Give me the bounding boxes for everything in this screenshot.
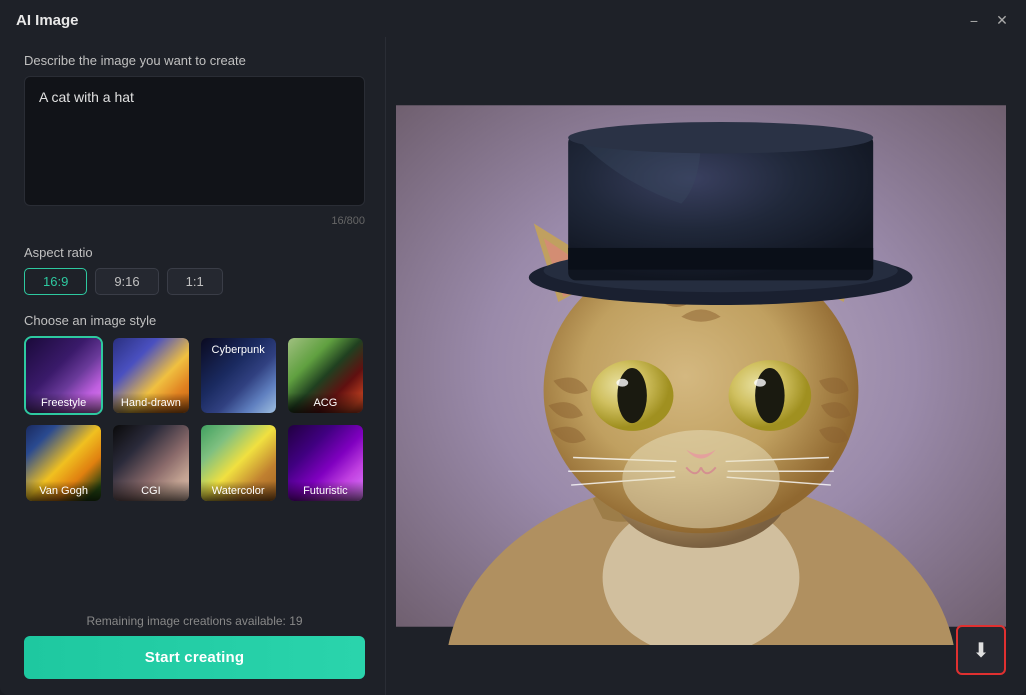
- aspect-ratio-section: Aspect ratio 16:9 9:16 1:1: [24, 245, 365, 295]
- style-cgi[interactable]: CGI: [111, 423, 190, 502]
- prompt-textarea[interactable]: A cat with a hat: [24, 76, 365, 206]
- style-watercolor[interactable]: Watercolor: [199, 423, 278, 502]
- aspect-btn-916[interactable]: 9:16: [95, 268, 158, 295]
- bottom-panel: Remaining image creations available: 19 …: [24, 614, 365, 679]
- aspect-btn-169[interactable]: 16:9: [24, 268, 87, 295]
- download-button[interactable]: ⬇: [956, 625, 1006, 675]
- remaining-text: Remaining image creations available: 19: [24, 614, 365, 628]
- style-cgi-label: CGI: [113, 481, 188, 501]
- char-count: 16/800: [24, 215, 365, 227]
- minimize-button[interactable]: −: [966, 13, 982, 29]
- style-cyberpunk[interactable]: Cyberpunk: [199, 336, 278, 415]
- cat-image: [396, 87, 1006, 645]
- aspect-ratio-buttons: 16:9 9:16 1:1: [24, 268, 365, 295]
- style-freestyle[interactable]: Freestyle: [24, 336, 103, 415]
- generated-image-container: [396, 87, 1006, 645]
- main-content: Describe the image you want to create A …: [0, 37, 1026, 695]
- style-vangogh-label: Van Gogh: [26, 481, 101, 501]
- aspect-btn-11[interactable]: 1:1: [167, 268, 223, 295]
- download-icon: ⬇: [973, 638, 990, 663]
- style-freestyle-label: Freestyle: [26, 393, 101, 413]
- right-panel: ⬇: [386, 37, 1026, 695]
- download-button-area: ⬇: [956, 625, 1006, 675]
- style-cyberpunk-label: [201, 405, 276, 413]
- style-grid: Freestyle Hand-drawn Cyberpunk ACG: [24, 336, 365, 503]
- style-futuristic-label: Futuristic: [288, 481, 363, 501]
- style-acg[interactable]: ACG: [286, 336, 365, 415]
- style-acg-label: ACG: [288, 393, 363, 413]
- style-label: Choose an image style: [24, 313, 365, 328]
- window-title: AI Image: [16, 12, 79, 29]
- style-cyberpunk-top-label: Cyberpunk: [201, 342, 276, 358]
- style-vangogh[interactable]: Van Gogh: [24, 423, 103, 502]
- close-button[interactable]: ✕: [994, 13, 1010, 29]
- prompt-section: Describe the image you want to create A …: [24, 53, 365, 227]
- app-window: AI Image − ✕ Describe the image you want…: [0, 0, 1026, 695]
- style-handdrawn-label: Hand-drawn: [113, 393, 188, 413]
- style-section: Choose an image style Freestyle Hand-dra…: [24, 313, 365, 503]
- prompt-label: Describe the image you want to create: [24, 53, 365, 68]
- left-panel: Describe the image you want to create A …: [0, 37, 385, 695]
- style-watercolor-label: Watercolor: [201, 481, 276, 501]
- window-controls: − ✕: [966, 13, 1010, 29]
- titlebar: AI Image − ✕: [0, 0, 1026, 37]
- style-handdrawn[interactable]: Hand-drawn: [111, 336, 190, 415]
- style-futuristic[interactable]: Futuristic: [286, 423, 365, 502]
- start-creating-button[interactable]: Start creating: [24, 636, 365, 679]
- aspect-ratio-label: Aspect ratio: [24, 245, 365, 260]
